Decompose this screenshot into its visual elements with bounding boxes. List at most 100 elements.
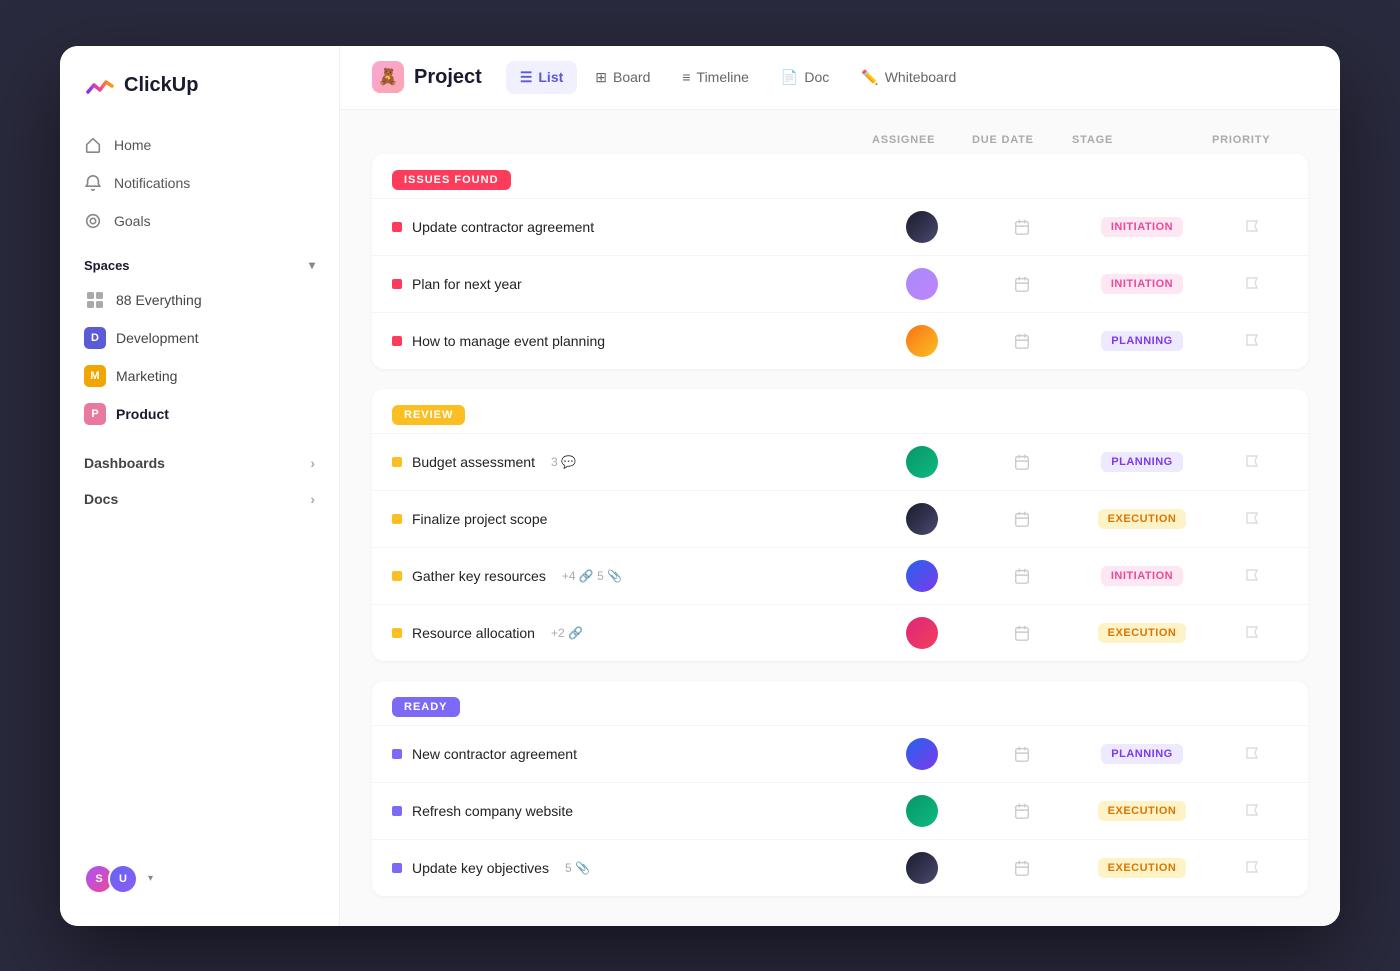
task-row-t8[interactable]: New contractor agreement PLANNING — [372, 725, 1308, 782]
assignee-cell — [872, 268, 972, 300]
stage-badge: EXECUTION — [1098, 801, 1187, 821]
assignee-cell — [872, 852, 972, 884]
due-date-cell[interactable] — [972, 332, 1072, 350]
stage-cell: INITIATION — [1072, 217, 1212, 237]
sidebar-item-everything[interactable]: 88 Everything — [60, 281, 339, 319]
stage-badge: EXECUTION — [1098, 858, 1187, 878]
stage-cell: PLANNING — [1072, 452, 1212, 472]
sidebar-bottom: S U ▾ — [60, 848, 339, 910]
task-row-t5[interactable]: Finalize project scope EXECUTION — [372, 490, 1308, 547]
stage-header: STAGE — [1072, 134, 1212, 146]
assignee-header: ASSIGNEE — [872, 134, 972, 146]
nav-goals[interactable]: Goals — [60, 202, 339, 240]
priority-cell — [1212, 219, 1292, 235]
due-date-cell[interactable] — [972, 510, 1072, 528]
stage-cell: EXECUTION — [1072, 509, 1212, 529]
task-name-cell: Plan for next year — [392, 276, 872, 292]
task-name-cell: Update key objectives 5 📎 — [392, 860, 872, 876]
task-name-cell: Finalize project scope — [392, 511, 872, 527]
due-date-cell[interactable] — [972, 859, 1072, 877]
due-date-cell[interactable] — [972, 218, 1072, 236]
task-row-t3[interactable]: How to manage event planning PLANNING — [372, 312, 1308, 369]
task-assignee-avatar — [906, 211, 938, 243]
avatar-user: U — [108, 864, 138, 894]
bell-icon — [84, 174, 102, 192]
stage-badge: PLANNING — [1101, 452, 1182, 472]
task-row-t6[interactable]: Gather key resources +4 🔗 5 📎 INITIATION — [372, 547, 1308, 604]
task-name-cell: Refresh company website — [392, 803, 872, 819]
home-icon — [84, 136, 102, 154]
priority-cell — [1212, 454, 1292, 470]
nav-docs[interactable]: Docs › — [60, 481, 339, 517]
timeline-icon: ≡ — [682, 69, 690, 85]
task-name: Finalize project scope — [412, 511, 547, 527]
nav-notifications[interactable]: Notifications — [60, 164, 339, 202]
stage-badge: EXECUTION — [1098, 509, 1187, 529]
stage-cell: EXECUTION — [1072, 801, 1212, 821]
stage-cell: PLANNING — [1072, 744, 1212, 764]
task-meta: +4 🔗 5 📎 — [562, 569, 622, 583]
task-dot — [392, 863, 402, 873]
task-row-t1[interactable]: Update contractor agreement INITIATION — [372, 198, 1308, 255]
assignee-cell — [872, 503, 972, 535]
goals-icon — [84, 212, 102, 230]
development-badge: D — [84, 327, 106, 349]
nav-home[interactable]: Home — [60, 126, 339, 164]
task-meta: 5 📎 — [565, 861, 590, 875]
task-dot — [392, 514, 402, 524]
task-assignee-avatar — [906, 617, 938, 649]
tab-timeline[interactable]: ≡ Timeline — [668, 61, 763, 93]
task-name-cell: How to manage event planning — [392, 333, 872, 349]
due-date-cell[interactable] — [972, 624, 1072, 642]
task-name-cell: Resource allocation +2 🔗 — [392, 625, 872, 641]
marketing-badge: M — [84, 365, 106, 387]
tab-list[interactable]: ☰ List — [506, 61, 577, 94]
spaces-chevron[interactable]: ▾ — [309, 258, 315, 272]
task-row-t10[interactable]: Update key objectives 5 📎 EXECUTION — [372, 839, 1308, 896]
sidebar-item-marketing[interactable]: M Marketing — [60, 357, 339, 395]
task-assignee-avatar — [906, 325, 938, 357]
section-issues-tasks: Update contractor agreement INITIATION — [372, 198, 1308, 369]
task-name: Update key objectives — [412, 860, 549, 876]
task-name: Resource allocation — [412, 625, 535, 641]
task-assignee-avatar — [906, 852, 938, 884]
stage-badge: INITIATION — [1101, 566, 1183, 586]
table-headers: ASSIGNEE DUE DATE STAGE PRIORITY — [372, 134, 1308, 154]
sidebar-item-product[interactable]: P Product — [60, 395, 339, 433]
stage-badge: INITIATION — [1101, 217, 1183, 237]
task-name: Gather key resources — [412, 568, 546, 584]
task-dot — [392, 279, 402, 289]
doc-icon: 📄 — [781, 69, 798, 86]
task-name: Refresh company website — [412, 803, 573, 819]
due-date-cell[interactable] — [972, 745, 1072, 763]
nav-dashboards[interactable]: Dashboards › — [60, 445, 339, 481]
tab-doc[interactable]: 📄 Doc — [767, 61, 843, 94]
tab-whiteboard[interactable]: ✏️ Whiteboard — [847, 61, 970, 94]
sidebar-item-development[interactable]: D Development — [60, 319, 339, 357]
task-meta: 3 💬 — [551, 455, 576, 469]
due-date-cell[interactable] — [972, 567, 1072, 585]
stage-cell: EXECUTION — [1072, 858, 1212, 878]
tab-board[interactable]: ⊞ Board — [581, 61, 664, 94]
project-icon: 🧸 — [372, 61, 404, 93]
top-bar: 🧸 Project ☰ List ⊞ Board ≡ Timeline 📄 — [340, 46, 1340, 110]
task-row-t2[interactable]: Plan for next year INITIATION — [372, 255, 1308, 312]
task-assignee-avatar — [906, 268, 938, 300]
priority-cell — [1212, 333, 1292, 349]
task-dot — [392, 806, 402, 816]
due-date-cell[interactable] — [972, 453, 1072, 471]
user-dropdown-arrow[interactable]: ▾ — [148, 873, 153, 884]
assignee-cell — [872, 738, 972, 770]
due-date-cell[interactable] — [972, 802, 1072, 820]
task-row-t7[interactable]: Resource allocation +2 🔗 EXECUTION — [372, 604, 1308, 661]
assignee-cell — [872, 617, 972, 649]
stage-badge: EXECUTION — [1098, 623, 1187, 643]
task-meta: +2 🔗 — [551, 626, 583, 640]
due-date-cell[interactable] — [972, 275, 1072, 293]
task-dot — [392, 749, 402, 759]
task-row-t4[interactable]: Budget assessment 3 💬 PLANNING — [372, 433, 1308, 490]
task-assignee-avatar — [906, 738, 938, 770]
priority-cell — [1212, 625, 1292, 641]
task-row-t9[interactable]: Refresh company website EXECUTION — [372, 782, 1308, 839]
task-name: Update contractor agreement — [412, 219, 594, 235]
